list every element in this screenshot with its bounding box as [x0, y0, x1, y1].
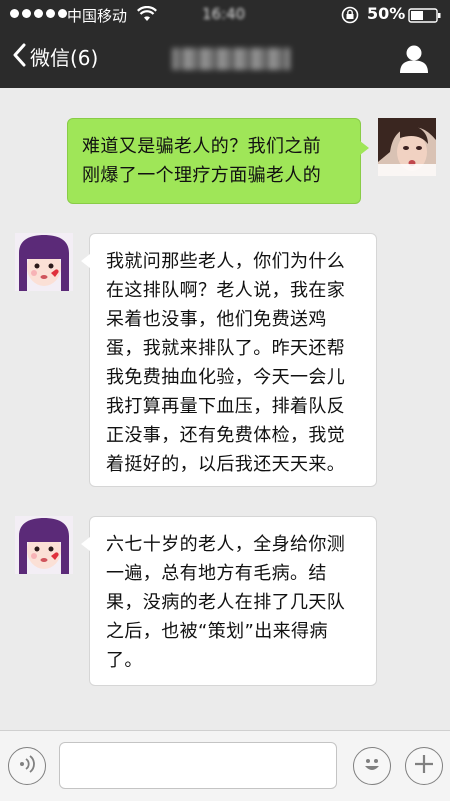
carrier-name: 中国移动: [67, 7, 128, 25]
emoji-button[interactable]: [353, 747, 391, 785]
nav-bar: 微信(6): [0, 30, 450, 88]
message-line: 正没事，还有免费体检，我觉: [106, 425, 346, 446]
contact-info-button[interactable]: [398, 44, 430, 78]
person-icon: [398, 45, 430, 78]
message-line: 我打算再量下血压，排着队反: [106, 396, 346, 417]
rotation-lock-icon: [340, 6, 360, 28]
photo-avatar-icon: [378, 118, 436, 176]
message-line: 蛋，我就来排队了。昨天还帮: [106, 338, 346, 359]
chevron-left-icon: [12, 43, 26, 71]
emoji-icon: [359, 751, 385, 781]
contact-avatar[interactable]: [15, 233, 73, 291]
status-bar: 中国移动 16:40 50%: [0, 0, 450, 30]
clock-time: 16:40: [202, 5, 246, 23]
cartoon-girl-avatar-icon: [15, 516, 73, 574]
back-button[interactable]: 微信(6): [12, 42, 98, 71]
voice-button[interactable]: [8, 747, 46, 785]
incoming-message-bubble[interactable]: 六七十岁的老人，全身给你测 一遍，总有地方有毛病。结 果，没病的老人在排了几天队…: [81, 516, 377, 686]
message-line: 着挺好的，以后我还天天来。: [106, 454, 346, 475]
voice-icon: [16, 753, 38, 779]
message-input[interactable]: [59, 742, 337, 789]
cartoon-girl-avatar-icon: [15, 233, 73, 291]
incoming-message-bubble[interactable]: 我就问那些老人，你们为什么 在这排队啊？老人说，我在家 呆着也没事，他们免费送鸡…: [81, 233, 377, 487]
signal-strength-icon: [10, 9, 67, 18]
outgoing-message-bubble[interactable]: 难道又是骗老人的？我们之前 刚爆了一个理疗方面骗老人的: [67, 118, 369, 204]
message-line: 呆着也没事，他们免费送鸡: [106, 309, 327, 330]
back-label: 微信(6): [30, 46, 99, 70]
input-bar: [0, 730, 450, 801]
chat-title-obscured: [172, 48, 290, 70]
more-options-button[interactable]: [405, 747, 443, 785]
message-line: 一遍，总有地方有毛病。结: [106, 563, 327, 584]
message-line: 我免费抽血化验，今天一会儿: [106, 367, 346, 388]
contact-avatar[interactable]: [15, 516, 73, 574]
message-line: 我就问那些老人，你们为什么: [106, 251, 346, 272]
self-avatar[interactable]: [378, 118, 436, 176]
message-line: 刚爆了一个理疗方面骗老人的: [82, 165, 322, 186]
wifi-icon: [137, 5, 157, 26]
message-line: 果，没病的老人在排了几天队: [106, 592, 346, 613]
plus-icon: [413, 753, 435, 779]
battery-icon: [408, 8, 442, 27]
message-line: 六七十岁的老人，全身给你测: [106, 534, 346, 555]
message-line: 了。: [106, 650, 143, 671]
battery-percentage: 50%: [367, 4, 406, 23]
message-line: 在这排队啊？老人说，我在家: [106, 280, 346, 301]
message-line: 难道又是骗老人的？我们之前: [82, 136, 322, 157]
message-line: 之后，也被“策划”出来得病: [106, 621, 328, 642]
